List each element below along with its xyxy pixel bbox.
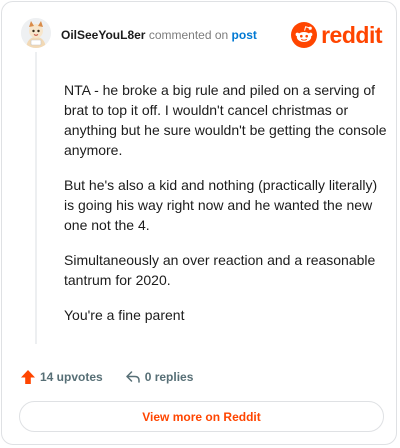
comment-body: NTA - he broke a big rule and piled on a…: [64, 80, 388, 340]
post-link[interactable]: post: [232, 28, 257, 42]
reddit-logo-text: reddit: [321, 21, 382, 48]
replies-count: 0 replies: [144, 370, 194, 384]
thread-line: [35, 52, 37, 344]
view-more-button[interactable]: View more on Reddit: [19, 401, 384, 432]
reply-arrow-icon: [125, 371, 140, 383]
user-avatar[interactable]: [21, 18, 51, 48]
comment-paragraph: But he's also a kid and nothing (practic…: [64, 177, 378, 233]
comment-paragraph: Simultaneously an over reaction and a re…: [64, 252, 376, 288]
upvotes-count: 14 upvotes: [40, 370, 103, 384]
comment-header: OilSeeYouL8er commented on post reddit: [21, 18, 382, 52]
comment-embed-card: OilSeeYouL8er commented on post reddit N…: [1, 1, 397, 445]
comment-footer: 14 upvotes 0 replies: [20, 366, 215, 388]
upvotes-stat[interactable]: 14 upvotes: [20, 369, 103, 385]
commented-on-text: commented on: [145, 28, 232, 42]
reddit-snoo-icon: [291, 22, 318, 48]
comment-paragraph: NTA - he broke a big rule and piled on a…: [64, 82, 387, 158]
username-link[interactable]: OilSeeYouL8er: [61, 28, 145, 42]
comment-paragraph: You're a fine parent: [64, 307, 185, 323]
avatar-icon: [21, 18, 51, 48]
comment-meta: OilSeeYouL8er commented on post: [61, 28, 257, 42]
upvote-arrow-icon: [21, 370, 35, 384]
reddit-logo[interactable]: reddit: [291, 22, 382, 48]
replies-stat[interactable]: 0 replies: [125, 369, 194, 385]
